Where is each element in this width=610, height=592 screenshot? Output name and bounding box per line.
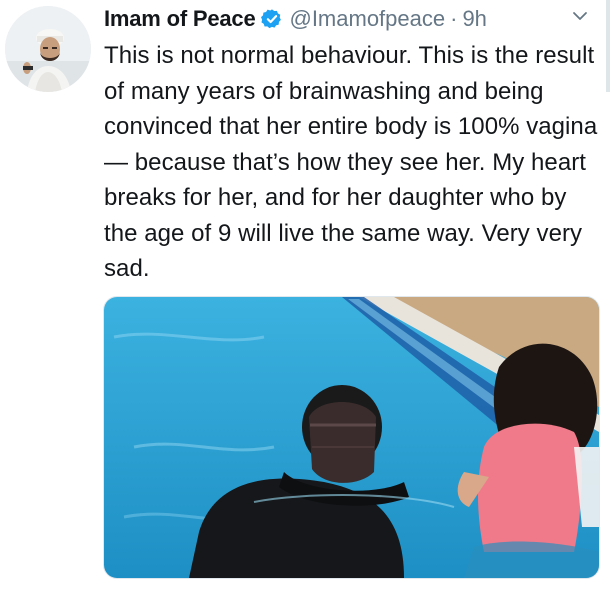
separator-dot: · xyxy=(450,6,458,31)
timestamp[interactable]: 9h xyxy=(462,6,486,32)
pool-photo xyxy=(104,297,599,578)
tweet-media[interactable] xyxy=(103,296,600,579)
verified-badge-icon xyxy=(261,8,283,30)
tweet-header: Imam of Peace @Imamofpeace · 9h xyxy=(104,4,610,34)
chevron-down-icon[interactable] xyxy=(571,9,589,23)
handle[interactable]: @Imamofpeace xyxy=(289,6,445,32)
tweet: Imam of Peace @Imamofpeace · 9h This is … xyxy=(0,0,610,592)
display-name[interactable]: Imam of Peace xyxy=(104,6,256,32)
scroll-edge xyxy=(606,0,610,92)
tweet-text: This is not normal behaviour. This is th… xyxy=(104,42,598,282)
avatar-image xyxy=(5,6,91,92)
avatar[interactable] xyxy=(5,6,91,92)
